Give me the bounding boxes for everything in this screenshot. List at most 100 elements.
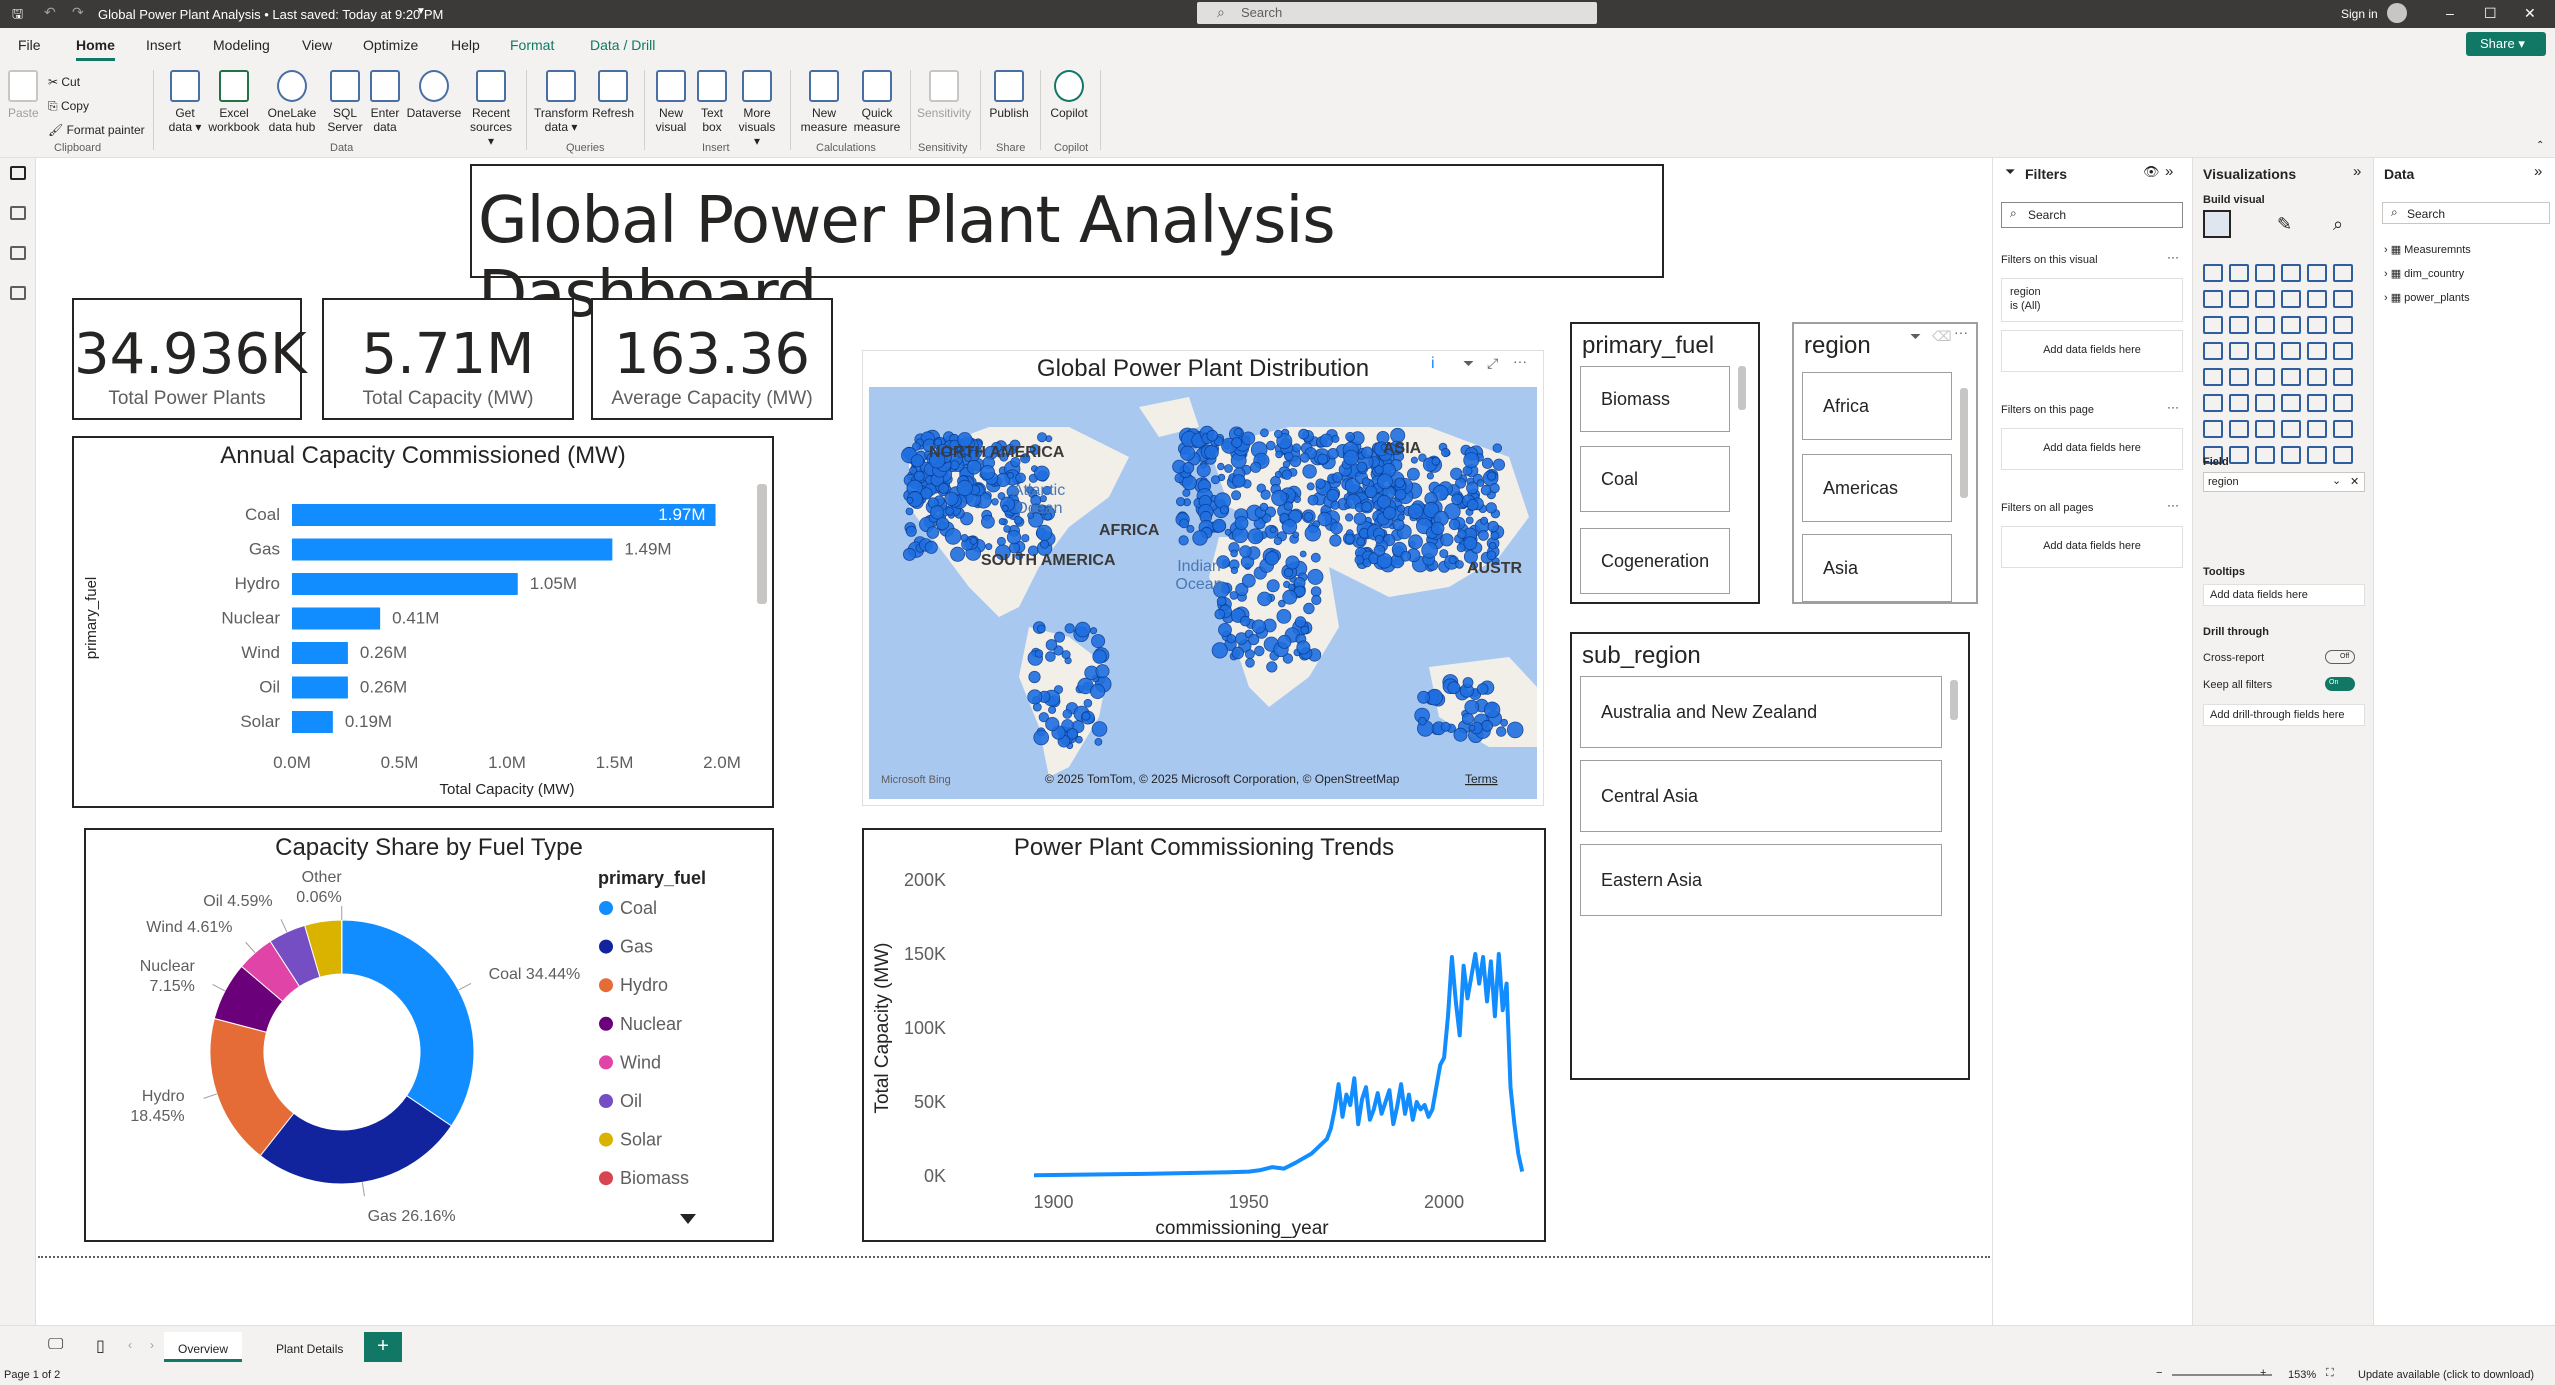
zoom-slider[interactable] bbox=[2172, 1374, 2272, 1376]
sub-region-slicer[interactable]: sub_region Australia and New Zealand Cen… bbox=[1570, 632, 1970, 1080]
copy-button[interactable]: ⎘ Copy bbox=[48, 94, 145, 118]
region-filter-card[interactable]: region is (All) bbox=[2001, 278, 2183, 322]
zoom-level[interactable]: 153% bbox=[2288, 1369, 2316, 1381]
maximize-icon[interactable]: ☐ bbox=[2484, 5, 2497, 22]
onelake-button[interactable]: OneLake data hub bbox=[262, 70, 322, 134]
line-chart-visual[interactable]: Power Plant Commissioning Trends 0K 50K 10… bbox=[862, 828, 1546, 1242]
page-filter-drop-zone[interactable]: Add data fields here bbox=[2001, 428, 2183, 470]
collapse-pane-icon[interactable]: » bbox=[2534, 163, 2542, 180]
tab-file[interactable]: File bbox=[18, 37, 41, 53]
filters-search-input[interactable]: ⌕ Search bbox=[2001, 202, 2183, 228]
focus-mode-icon[interactable]: ⤢ bbox=[1487, 355, 1498, 372]
slicer-item[interactable]: Biomass bbox=[1580, 366, 1730, 432]
info-icon[interactable]: i bbox=[1431, 355, 1435, 373]
visual-type-icon[interactable] bbox=[2229, 446, 2249, 464]
kpi-total-plants[interactable]: 34.936K Total Power Plants bbox=[72, 298, 307, 420]
filter-icon[interactable]: ⏷ bbox=[1463, 355, 1474, 372]
keep-filters-toggle[interactable]: On bbox=[2325, 677, 2355, 691]
dax-query-icon[interactable] bbox=[10, 286, 26, 300]
kpi-average-capacity[interactable]: 163.36 Average Capacity (MW) bbox=[591, 298, 833, 420]
visual-type-icon[interactable] bbox=[2229, 264, 2249, 282]
visual-type-icon[interactable] bbox=[2281, 342, 2301, 360]
visual-type-icon[interactable] bbox=[2255, 342, 2275, 360]
collapse-ribbon-icon[interactable]: ⌃ bbox=[2536, 140, 2544, 151]
more-visuals-button[interactable]: More visuals ▾ bbox=[734, 70, 780, 148]
slicer-item[interactable]: Australia and New Zealand bbox=[1580, 676, 1942, 748]
add-page-button[interactable]: + bbox=[364, 1332, 402, 1362]
visual-type-icon[interactable] bbox=[2229, 342, 2249, 360]
more-options-icon[interactable]: ··· bbox=[2167, 498, 2179, 512]
visual-type-icon[interactable] bbox=[2203, 290, 2223, 308]
visual-type-icon[interactable] bbox=[2307, 420, 2327, 438]
kpi-total-capacity[interactable]: 5.71M Total Capacity (MW) bbox=[322, 298, 574, 420]
tab-modeling[interactable]: Modeling bbox=[213, 37, 270, 53]
dataverse-button[interactable]: Dataverse bbox=[406, 70, 462, 120]
report-view-icon[interactable] bbox=[10, 166, 26, 180]
map-visual[interactable]: Global Power Plant Distribution i ⏷ ⤢ ··… bbox=[862, 350, 1544, 806]
visual-type-icon[interactable] bbox=[2203, 264, 2223, 282]
visual-type-icon[interactable] bbox=[2255, 290, 2275, 308]
visual-type-icon[interactable] bbox=[2203, 394, 2223, 412]
visual-type-icon[interactable] bbox=[2333, 342, 2353, 360]
prev-page-icon[interactable]: ‹ bbox=[128, 1338, 132, 1352]
slicer-scrollbar[interactable] bbox=[1950, 680, 1958, 720]
visual-type-icon[interactable] bbox=[2333, 446, 2353, 464]
desktop-layout-icon[interactable]: 🖵 bbox=[48, 1336, 63, 1354]
visual-type-icon[interactable] bbox=[2281, 446, 2301, 464]
visual-type-icon[interactable] bbox=[2281, 368, 2301, 386]
more-options-icon[interactable]: ··· bbox=[2167, 250, 2179, 264]
visual-type-icon[interactable] bbox=[2229, 420, 2249, 438]
mobile-layout-icon[interactable]: ▯ bbox=[96, 1336, 105, 1356]
format-painter-button[interactable]: 🖌 Format painter bbox=[48, 118, 145, 142]
more-options-icon[interactable]: ··· bbox=[1513, 353, 1527, 369]
visual-filter-drop-zone[interactable]: Add data fields here bbox=[2001, 330, 2183, 372]
visual-type-icon[interactable] bbox=[2203, 420, 2223, 438]
data-table-power-plants[interactable]: › ▦ power_plants bbox=[2384, 286, 2471, 310]
visual-type-icon[interactable] bbox=[2229, 290, 2249, 308]
sql-server-button[interactable]: SQL Server bbox=[326, 70, 364, 134]
visual-type-icon[interactable] bbox=[2255, 446, 2275, 464]
title-dropdown-icon[interactable]: ▼ bbox=[416, 6, 426, 17]
map-svg[interactable]: NORTH AMERICA ASIA AFRICA SOUTH AMERICA AUST… bbox=[869, 387, 1537, 799]
recent-sources-button[interactable]: Recent sources ▾ bbox=[466, 70, 516, 148]
visual-type-icon[interactable] bbox=[2281, 394, 2301, 412]
visual-type-icon[interactable] bbox=[2281, 420, 2301, 438]
tab-optimize[interactable]: Optimize bbox=[363, 37, 418, 53]
visual-type-icon[interactable] bbox=[2281, 290, 2301, 308]
slicer-scrollbar[interactable] bbox=[1960, 388, 1968, 498]
slicer-item[interactable]: Cogeneration bbox=[1580, 528, 1730, 594]
save-icon[interactable]: 🖫 bbox=[12, 5, 23, 27]
minimize-icon[interactable]: – bbox=[2446, 5, 2454, 21]
table-view-icon[interactable] bbox=[10, 206, 26, 220]
slicer-item[interactable]: Americas bbox=[1802, 454, 1952, 522]
window-title[interactable]: Global Power Plant Analysis • Last saved… bbox=[98, 7, 443, 22]
donut-chart-visual[interactable]: Capacity Share by Fuel Type Coal 34.44% G… bbox=[84, 828, 774, 1242]
refresh-button[interactable]: Refresh bbox=[590, 70, 636, 120]
data-search-input[interactable]: ⌕ Search bbox=[2382, 202, 2550, 224]
new-measure-button[interactable]: New measure bbox=[798, 70, 850, 134]
bar-chart-visual[interactable]: Annual Capacity Commissioned (MW) Coal 1.… bbox=[72, 436, 774, 808]
visual-type-icon[interactable] bbox=[2333, 290, 2353, 308]
new-visual-button[interactable]: New visual bbox=[652, 70, 690, 134]
all-pages-filter-drop-zone[interactable]: Add data fields here bbox=[2001, 526, 2183, 568]
format-visual-icon[interactable]: ✎ bbox=[2277, 214, 2292, 235]
quick-measure-button[interactable]: Quick measure bbox=[852, 70, 902, 134]
visual-type-icon[interactable] bbox=[2255, 316, 2275, 334]
visual-type-icon[interactable] bbox=[2255, 420, 2275, 438]
avatar[interactable] bbox=[2387, 3, 2407, 23]
page-tab-plant-details[interactable]: Plant Details bbox=[262, 1332, 357, 1362]
model-view-icon[interactable] bbox=[10, 246, 26, 260]
tab-data-drill[interactable]: Data / Drill bbox=[590, 37, 655, 53]
fit-page-icon[interactable]: ⛶ bbox=[2326, 1367, 2334, 1380]
slicer-item[interactable]: Africa bbox=[1802, 372, 1952, 440]
tooltips-drop-zone[interactable]: Add data fields here bbox=[2203, 584, 2365, 606]
cross-report-toggle[interactable]: Off bbox=[2325, 650, 2355, 664]
build-visual-icon[interactable] bbox=[2203, 210, 2231, 238]
visual-type-icon[interactable] bbox=[2307, 290, 2327, 308]
slicer-item[interactable]: Asia bbox=[1802, 534, 1952, 602]
undo-icon[interactable]: ↶ bbox=[44, 4, 56, 21]
visual-type-icon[interactable] bbox=[2281, 264, 2301, 282]
collapse-pane-icon[interactable]: » bbox=[2353, 163, 2361, 180]
sensitivity-button[interactable]: Sensitivity bbox=[914, 70, 974, 120]
close-icon[interactable]: ✕ bbox=[2524, 5, 2536, 22]
